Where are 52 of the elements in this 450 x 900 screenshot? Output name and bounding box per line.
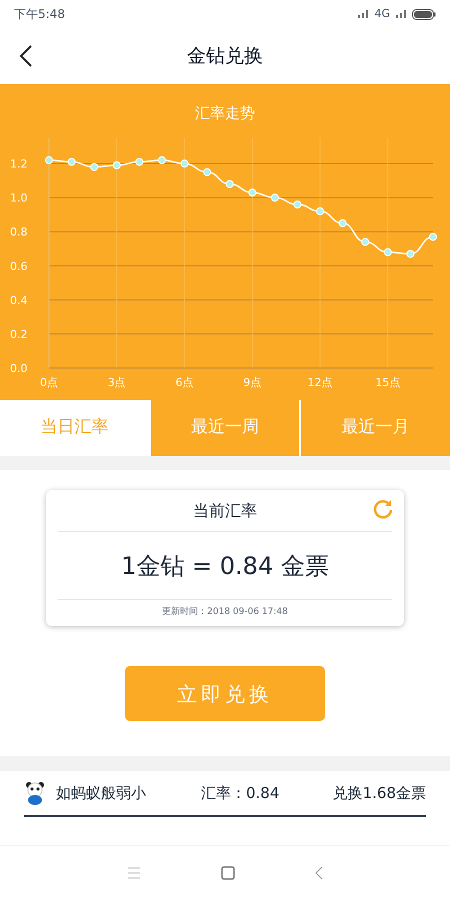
data-point bbox=[384, 248, 392, 256]
data-point bbox=[135, 158, 144, 166]
tab[interactable]: 最近一月 bbox=[301, 400, 450, 456]
data-point bbox=[226, 180, 234, 188]
chart-title: 汇率走势 bbox=[194, 103, 256, 124]
data-point bbox=[203, 168, 212, 176]
data-point bbox=[112, 161, 121, 170]
data-point bbox=[270, 194, 279, 202]
data-point bbox=[316, 207, 324, 216]
data-point bbox=[68, 158, 76, 166]
status-time: 下午5:48 bbox=[14, 6, 65, 23]
data-point bbox=[45, 156, 53, 164]
update-time: 更新时间：2018 09-06 17:48 bbox=[162, 606, 288, 620]
data-point bbox=[429, 232, 437, 241]
back-icon[interactable] bbox=[315, 866, 323, 880]
x-tick-label: 6点 bbox=[176, 376, 194, 389]
x-tick-label: 15点 bbox=[375, 376, 400, 389]
x-tick-label: 3点 bbox=[108, 376, 126, 389]
page-title: 金钻兑换 bbox=[187, 44, 263, 69]
y-tick-label: 0.6 bbox=[10, 260, 28, 273]
y-tick-label: 0.8 bbox=[10, 226, 28, 239]
battery-icon bbox=[412, 8, 436, 20]
x-tick-label: 0点 bbox=[40, 376, 58, 389]
exchange-rate: 1金钻 = 0.84 金票 bbox=[121, 550, 329, 582]
y-tick-label: 0.0 bbox=[10, 362, 28, 375]
data-point bbox=[158, 156, 166, 164]
data-point bbox=[338, 219, 347, 228]
menu-icon[interactable] bbox=[127, 867, 141, 879]
refresh-button[interactable] bbox=[372, 498, 394, 520]
tab[interactable]: 最近一周 bbox=[150, 400, 300, 456]
data-point bbox=[361, 238, 370, 246]
exchange-button[interactable]: 立即兑换 bbox=[125, 666, 325, 721]
y-tick-label: 0.4 bbox=[10, 294, 28, 307]
y-tick-label: 1.2 bbox=[10, 158, 28, 171]
home-icon[interactable] bbox=[221, 866, 235, 880]
avatar-icon bbox=[24, 781, 46, 805]
y-tick-label: 1.0 bbox=[10, 192, 28, 205]
record-amount: 兑换1.68金票 bbox=[332, 782, 426, 804]
data-point bbox=[180, 160, 189, 168]
data-point bbox=[293, 200, 302, 208]
record-rate: 汇率：0.84 bbox=[201, 782, 280, 804]
x-tick-label: 9点 bbox=[243, 376, 262, 389]
signal-icon bbox=[395, 9, 407, 19]
data-point bbox=[406, 250, 414, 258]
y-tick-label: 0.2 bbox=[10, 328, 28, 341]
user-name: 如蚂蚁般弱小 bbox=[56, 782, 147, 804]
signal-icon bbox=[357, 9, 370, 19]
x-tick-label: 12点 bbox=[308, 376, 333, 389]
network-label: 4G bbox=[374, 6, 390, 22]
card-title: 当前汇率 bbox=[193, 500, 257, 522]
data-point bbox=[90, 162, 98, 171]
data-point bbox=[248, 188, 256, 197]
